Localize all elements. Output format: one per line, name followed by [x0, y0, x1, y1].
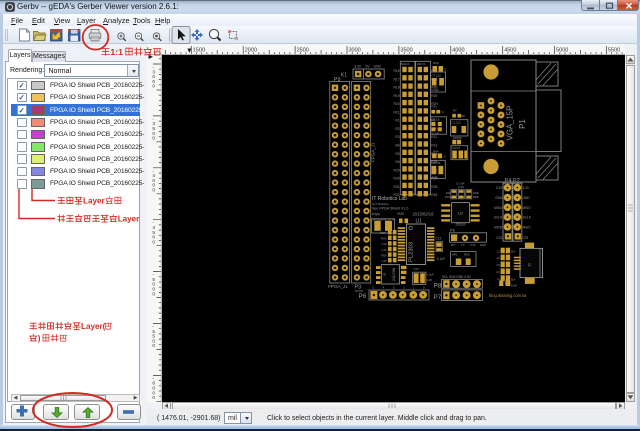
svg-text:Layer: Layer: [118, 214, 140, 223]
svg-text:Layer(: Layer(: [81, 322, 106, 331]
svg-text:): ): [38, 334, 41, 343]
svg-text:Layer: Layer: [83, 196, 107, 205]
